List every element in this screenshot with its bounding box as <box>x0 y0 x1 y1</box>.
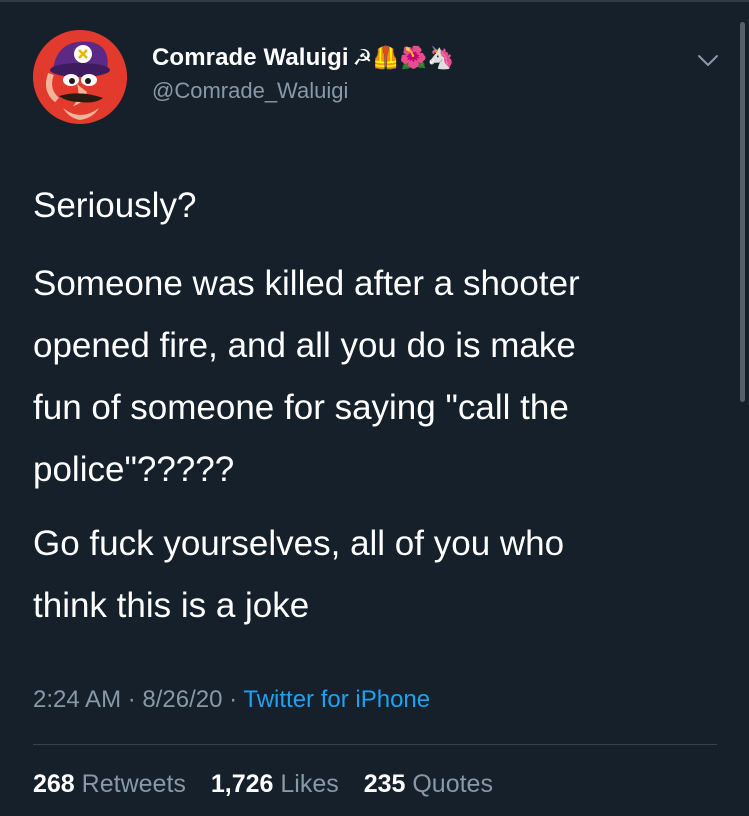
display-name[interactable]: Comrade Waluigi <box>152 44 349 72</box>
tweet-line: Go fuck yourselves, all of you who <box>33 524 565 563</box>
retweets-count: 268 <box>33 770 75 798</box>
tweet-line: fun of someone for saying "call the <box>33 388 569 427</box>
name-emojis: ☭🦺🌺🦄 <box>352 45 455 71</box>
likes-label: Likes <box>280 770 339 798</box>
tweet-meta: 2:24 AM · 8/26/20 · Twitter for iPhone <box>33 686 430 714</box>
tweet-line: Seriously? <box>33 186 197 225</box>
quotes-stat[interactable]: 235 Quotes <box>364 770 493 798</box>
likes-count: 1,726 <box>210 770 274 798</box>
tweet-date[interactable]: 8/26/20 <box>142 686 222 713</box>
waluigi-avatar-image <box>33 30 127 124</box>
tweet-source-link[interactable]: Twitter for iPhone <box>243 686 430 713</box>
user-name-row[interactable]: Comrade Waluigi ☭🦺🌺🦄 <box>152 44 455 72</box>
user-handle[interactable]: @Comrade_Waluigi <box>152 78 348 104</box>
divider <box>33 744 717 745</box>
quotes-label: Quotes <box>412 770 493 798</box>
tweet-line: police"????? <box>33 450 235 489</box>
tweet-line: think this is a joke <box>33 586 310 625</box>
tweet-paragraph-2: Someone was killed after a shooter opene… <box>33 253 580 501</box>
tweet-stats: 268 Retweets 1,726 Likes 235 Quotes <box>33 770 511 799</box>
tweet-paragraph-1: Seriously? <box>33 175 196 237</box>
avatar[interactable] <box>33 30 127 124</box>
tweet-line: opened fire, and all you do is make <box>33 326 576 365</box>
top-border <box>0 0 749 2</box>
quotes-count: 235 <box>363 770 406 798</box>
retweets-label: Retweets <box>81 770 186 798</box>
likes-stat[interactable]: 1,726 Likes <box>211 770 339 798</box>
tweet-time[interactable]: 2:24 AM <box>33 686 121 713</box>
meta-separator: · <box>222 686 244 713</box>
scrollbar[interactable] <box>740 22 745 402</box>
meta-separator: · <box>121 686 143 713</box>
tweet-line: Someone was killed after a shooter <box>33 264 580 303</box>
retweets-stat[interactable]: 268 Retweets <box>33 770 186 798</box>
chevron-down-icon[interactable] <box>696 52 720 70</box>
tweet-paragraph-3: Go fuck yourselves, all of you who think… <box>33 513 564 637</box>
